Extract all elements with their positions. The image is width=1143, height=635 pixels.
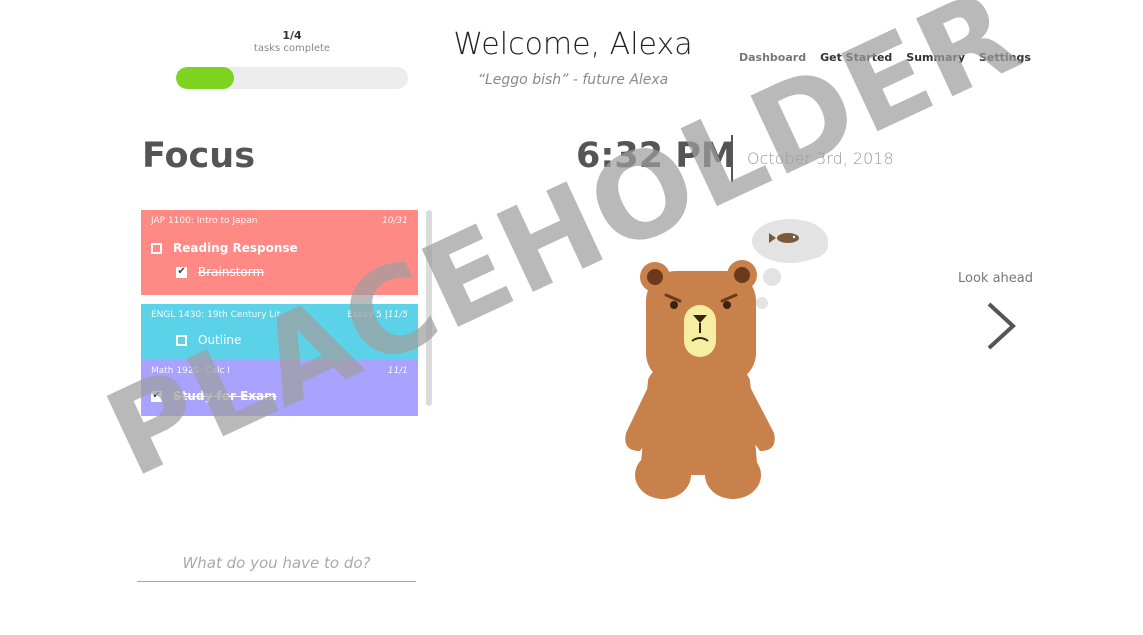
chevron-right-icon[interactable] [978, 300, 1022, 352]
progress-bar [176, 67, 408, 89]
course-due-date: 11/5 [387, 310, 408, 320]
bear-mascot-illustration [625, 219, 828, 499]
course-tag: Essay 5 | [347, 310, 388, 320]
task-checkbox[interactable] [151, 242, 162, 254]
task-item[interactable]: Outline [151, 328, 408, 352]
course-due-date: 11/1 [387, 366, 408, 376]
progress-widget: 1/4 tasks complete [176, 29, 408, 89]
clock-date: October 3rd, 2018 [747, 149, 894, 168]
checkmark-icon: ✔ [152, 390, 161, 401]
motivational-quote: “Leggo bish” - future Alexa [477, 72, 669, 88]
task-label: Reading Response [173, 241, 298, 255]
nav-dashboard[interactable]: Dashboard [739, 51, 806, 64]
page-title: Welcome, Alexa [453, 27, 693, 62]
course-card-math1920: Math 1920: Calc I 11/1 ✔ Study for Exam [141, 360, 418, 416]
course-due-date: 10/31 [382, 216, 408, 226]
clock-time: 6:32 PM [576, 136, 736, 176]
new-task-input[interactable] [137, 550, 416, 582]
nav-summary[interactable]: Summary [906, 51, 965, 64]
task-checkbox[interactable]: ✔ [151, 390, 162, 402]
new-task-field [137, 550, 416, 582]
progress-bar-fill [176, 67, 234, 89]
course-name: JAP 1100: Intro to Japan [151, 216, 258, 226]
focus-heading: Focus [142, 136, 256, 176]
progress-count: 1/4 [282, 29, 302, 42]
checkmark-icon: ✔ [177, 266, 186, 277]
task-item[interactable]: ✔ Study for Exam [151, 384, 408, 408]
clock-divider [731, 135, 733, 182]
task-item[interactable]: Reading Response [151, 236, 408, 260]
top-nav: Dashboard Get Started Summary Settings [739, 51, 1031, 64]
course-name: Math 1920: Calc I [151, 366, 230, 376]
task-list: JAP 1100: Intro to Japan 10/31 Reading R… [141, 210, 418, 416]
card-spacer [141, 295, 418, 304]
course-card-jap1100: JAP 1100: Intro to Japan 10/31 Reading R… [141, 210, 418, 295]
nav-settings[interactable]: Settings [979, 51, 1031, 64]
task-label: Study for Exam [173, 389, 277, 403]
task-list-scrollbar[interactable] [426, 210, 432, 406]
thought-bubble-icon [752, 219, 828, 309]
nav-get-started[interactable]: Get Started [820, 51, 892, 64]
course-card-engl1430: ENGL 1430: 19th Century Lit Essay 5 |11/… [141, 304, 418, 360]
course-name: ENGL 1430: 19th Century Lit [151, 310, 281, 320]
progress-label: tasks complete [253, 43, 331, 54]
look-ahead-label: Look ahead [958, 271, 1034, 286]
task-label: Outline [198, 333, 242, 347]
task-checkbox[interactable] [176, 334, 187, 346]
task-item[interactable]: ✔ Brainstorm [151, 260, 408, 284]
task-label: Brainstorm [198, 265, 265, 279]
task-checkbox[interactable]: ✔ [176, 266, 187, 278]
